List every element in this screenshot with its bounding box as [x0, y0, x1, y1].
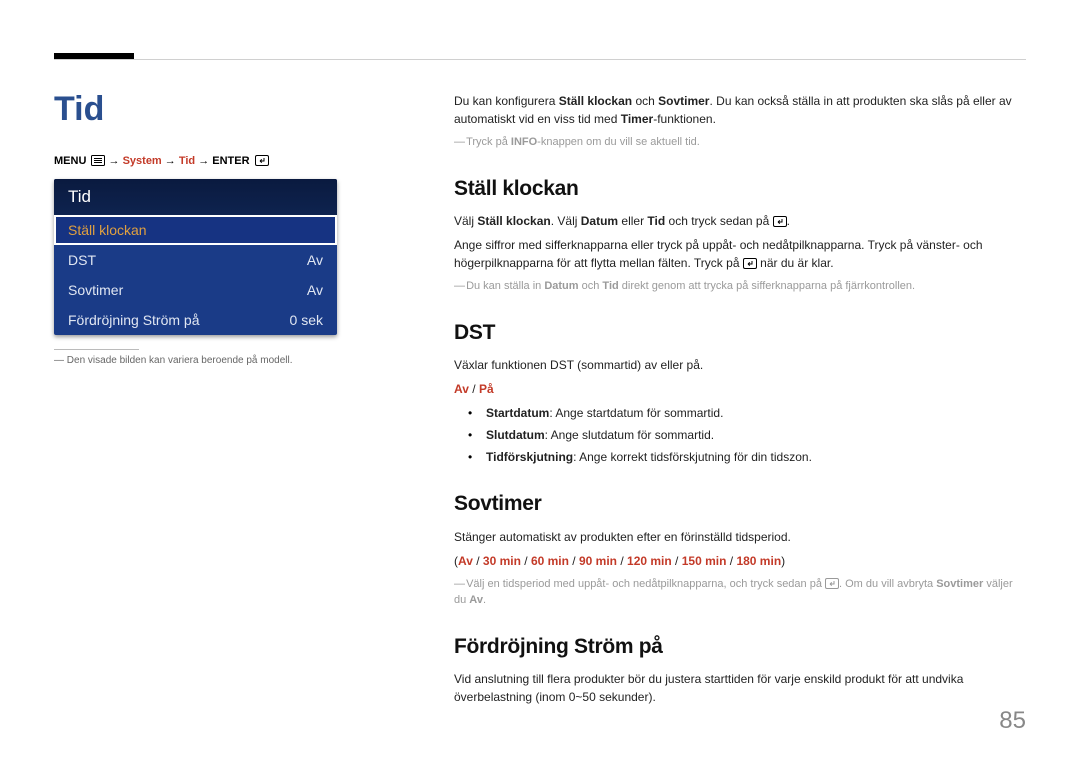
- osd-item-label: Sovtimer: [68, 282, 123, 298]
- osd-item-value: Av: [307, 252, 323, 268]
- osd-item-label: Ställ klockan: [68, 222, 147, 238]
- page-title: Tid: [54, 90, 354, 129]
- intro-note: Tryck på INFO-knappen om du vill se aktu…: [454, 134, 1026, 151]
- osd-item-stall-klockan[interactable]: Ställ klockan: [54, 215, 337, 245]
- breadcrumb-enter: ENTER: [212, 155, 249, 167]
- enter-icon: [773, 216, 787, 227]
- ford-p1: Vid anslutning till flera produkter bör …: [454, 670, 1026, 706]
- stall-p1: Välj Ställ klockan. Välj Datum eller Tid…: [454, 212, 1026, 230]
- breadcrumb: MENU → System → Tid → ENTER: [54, 155, 354, 167]
- bullet-slutdatum: Slutdatum: Ange slutdatum för sommartid.: [468, 426, 1026, 444]
- right-column: Du kan konfigurera Ställ klockan och Sov…: [454, 92, 1026, 712]
- breadcrumb-arrow: →: [165, 155, 179, 167]
- section-heading-fordrojning: Fördröjning Ström på: [454, 631, 1026, 663]
- breadcrumb-arrow: →: [198, 155, 212, 167]
- osd-item-label: Fördröjning Ström på: [68, 312, 200, 328]
- osd-item-value: 0 sek: [290, 312, 323, 328]
- osd-item-dst[interactable]: DST Av: [54, 245, 337, 275]
- breadcrumb-menu: MENU: [54, 155, 86, 167]
- breadcrumb-tid: Tid: [179, 155, 195, 167]
- dst-p1: Växlar funktionen DST (sommartid) av ell…: [454, 356, 1026, 374]
- dst-bullets: Startdatum: Ange startdatum för sommarti…: [454, 404, 1026, 466]
- osd-item-sovtimer[interactable]: Sovtimer Av: [54, 275, 337, 305]
- stall-p2: Ange siffror med sifferknapparna eller t…: [454, 236, 1026, 272]
- breadcrumb-system: System: [123, 155, 162, 167]
- sov-options: (Av / 30 min / 60 min / 90 min / 120 min…: [454, 552, 1026, 570]
- breadcrumb-arrow: →: [109, 155, 123, 167]
- osd-item-value: Av: [307, 282, 323, 298]
- enter-icon: [825, 578, 839, 589]
- dst-options: Av / På: [454, 380, 1026, 398]
- stall-note: Du kan ställa in Datum och Tid direkt ge…: [454, 278, 1026, 295]
- left-footnote-text: Den visade bilden kan variera beroende p…: [67, 355, 293, 366]
- left-footnote: ― Den visade bilden kan variera beroende…: [54, 355, 354, 366]
- osd-panel: Tid Ställ klockan DST Av Sovtimer Av För…: [54, 179, 337, 335]
- section-heading-stall-klockan: Ställ klockan: [454, 173, 1026, 205]
- left-column: Tid MENU → System → Tid → ENTER Tid Stäl…: [54, 90, 354, 366]
- enter-icon: [743, 258, 757, 269]
- sov-p1: Stänger automatiskt av produkten efter e…: [454, 528, 1026, 546]
- page-number: 85: [999, 707, 1026, 735]
- bullet-startdatum: Startdatum: Ange startdatum för sommarti…: [468, 404, 1026, 422]
- osd-item-fordrojning[interactable]: Fördröjning Ström på 0 sek: [54, 305, 337, 335]
- enter-icon: [255, 155, 269, 166]
- menu-icon: [91, 155, 105, 166]
- intro-paragraph: Du kan konfigurera Ställ klockan och Sov…: [454, 92, 1026, 128]
- bullet-tidforskjutning: Tidförskjutning: Ange korrekt tidsförskj…: [468, 448, 1026, 466]
- footnote-rule: [54, 349, 139, 350]
- top-divider: [54, 59, 1026, 60]
- section-heading-sovtimer: Sovtimer: [454, 488, 1026, 520]
- section-heading-dst: DST: [454, 317, 1026, 349]
- sov-note: Välj en tidsperiod med uppåt- och nedåtp…: [454, 576, 1026, 609]
- osd-title: Tid: [54, 179, 337, 215]
- osd-item-label: DST: [68, 252, 96, 268]
